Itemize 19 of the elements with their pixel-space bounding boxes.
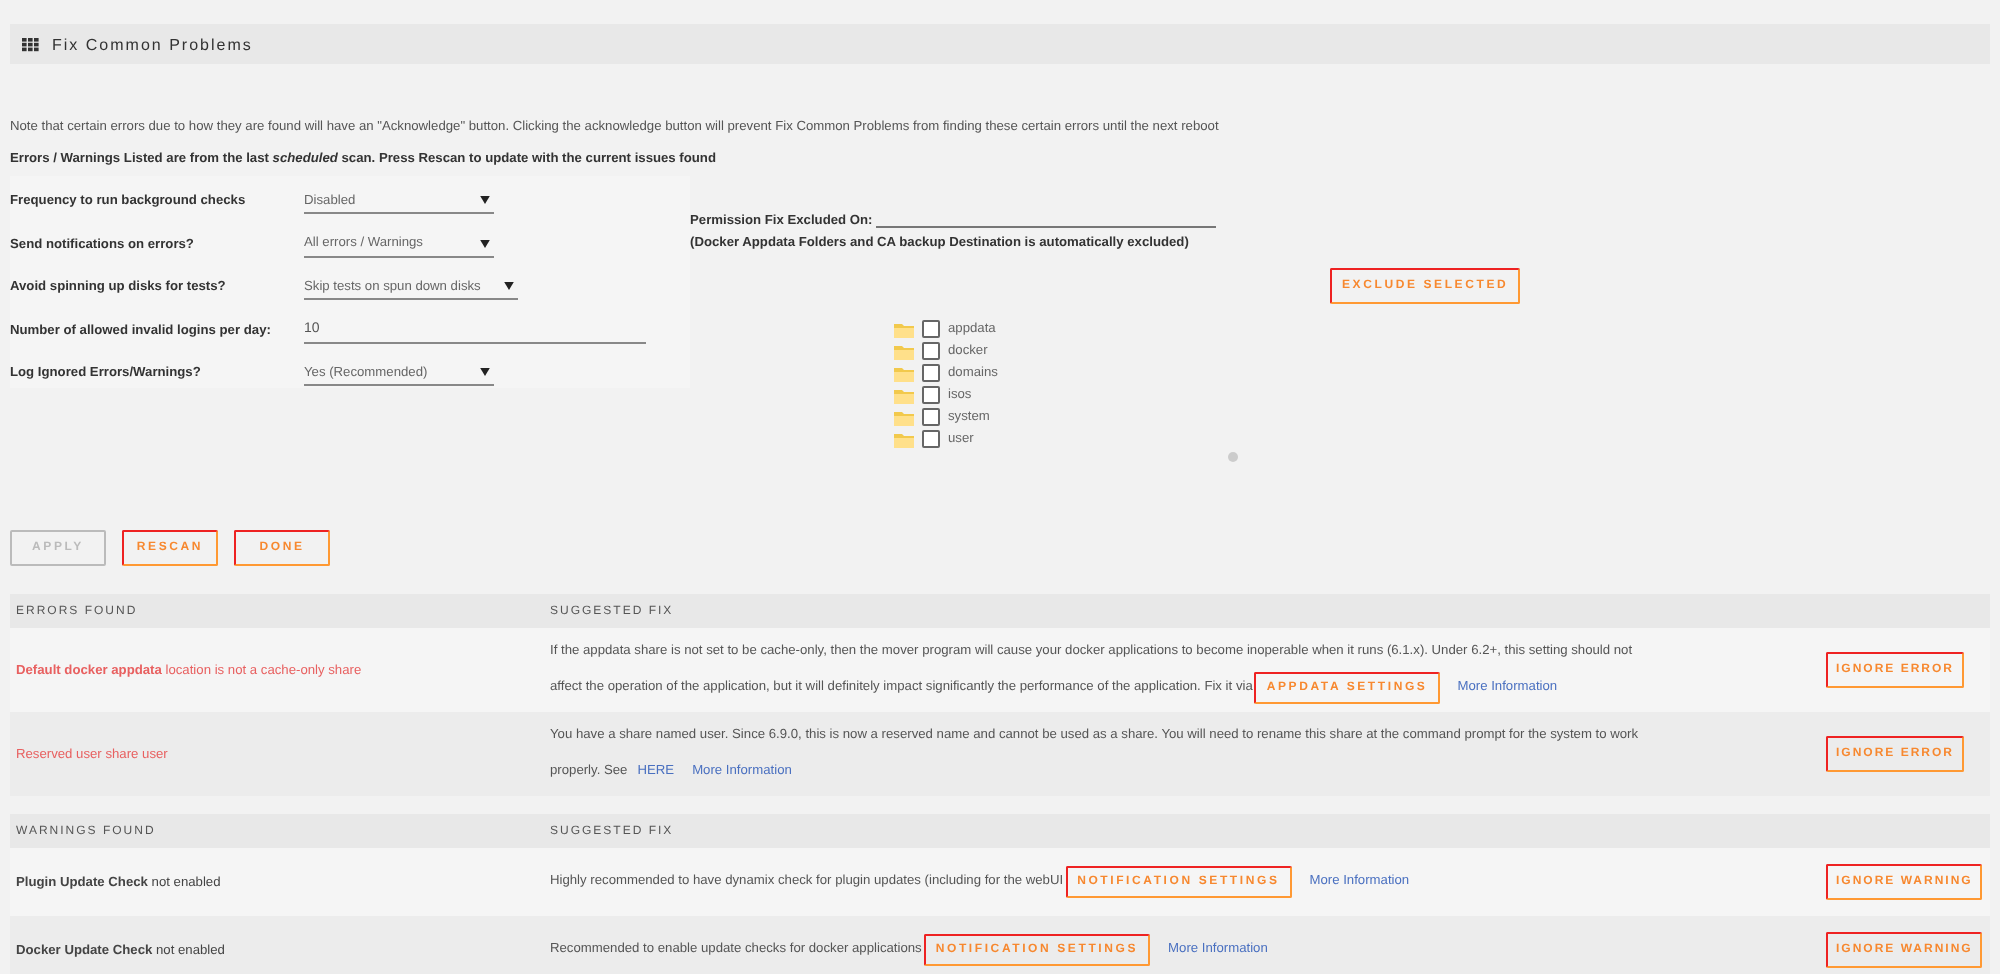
caret-icon (480, 239, 490, 248)
folder-icon (894, 365, 914, 381)
folder-icon (894, 409, 914, 425)
checkbox[interactable] (922, 408, 940, 426)
grid-icon (22, 37, 40, 51)
folder-icon (894, 343, 914, 359)
loading-dot-icon (1228, 452, 1238, 462)
caret-icon (504, 282, 515, 291)
folder-icon (894, 321, 914, 337)
folder-icon (894, 387, 914, 403)
caret-icon (480, 368, 490, 377)
checkbox[interactable] (922, 386, 940, 404)
caret-icon (480, 196, 490, 205)
checkbox[interactable] (922, 342, 940, 360)
checkbox[interactable] (922, 320, 940, 338)
checkbox[interactable] (922, 364, 940, 382)
folder-icon (894, 431, 914, 447)
page-title: Fix Common Problems (52, 35, 253, 53)
checkbox[interactable] (922, 430, 940, 448)
